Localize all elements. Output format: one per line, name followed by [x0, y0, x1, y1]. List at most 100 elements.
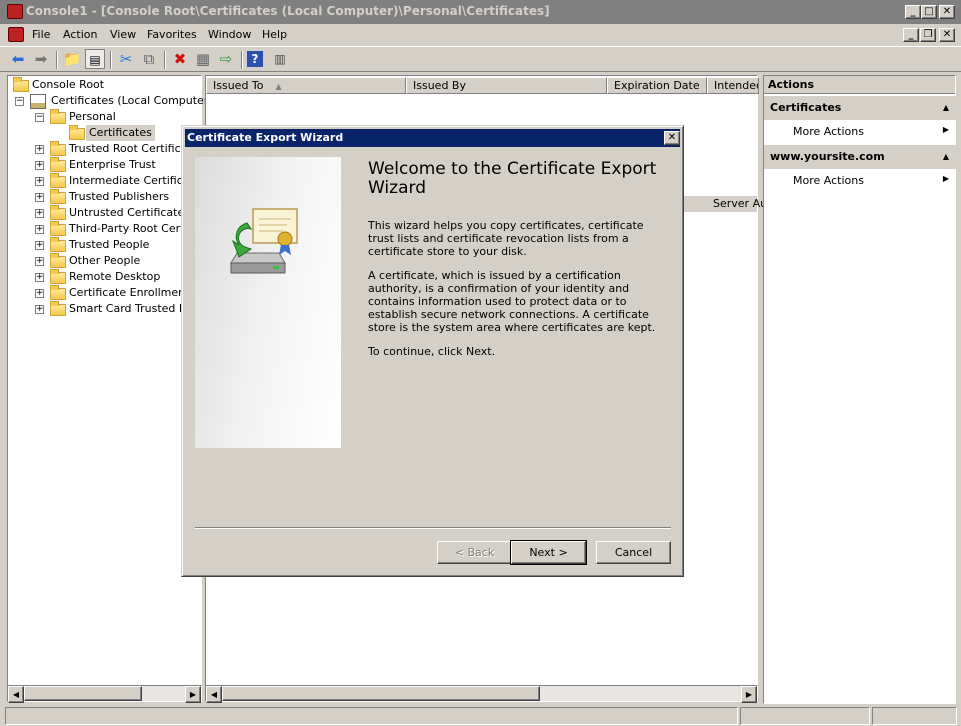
tree-node-store[interactable]: Enterprise Trust: [69, 157, 156, 173]
next-button[interactable]: Next >: [510, 540, 587, 565]
window-title: Console1 - [Console Root\Certificates (L…: [26, 4, 550, 18]
actions-header: Actions: [764, 76, 955, 94]
column-issued-to[interactable]: Issued To ▲: [206, 77, 406, 94]
scroll-left-arrow[interactable]: ◀: [206, 686, 222, 703]
menu-file[interactable]: File: [32, 28, 50, 41]
back-button[interactable]: < Back: [437, 541, 512, 564]
folder-icon: [50, 237, 66, 252]
actions-section-title: Certificates: [770, 101, 842, 114]
tree-node-store[interactable]: Intermediate Certificati: [69, 173, 197, 189]
tree-node-store[interactable]: Smart Card Trusted Roo: [69, 301, 200, 317]
tree-node-certificates-local[interactable]: Certificates (Local Computer): [51, 93, 213, 109]
column-expiration-date[interactable]: Expiration Date: [607, 77, 707, 94]
expand-icon[interactable]: +: [35, 305, 44, 314]
more-actions-item[interactable]: More Actions ▶: [793, 125, 953, 138]
expand-icon[interactable]: +: [35, 161, 44, 170]
list-horizontal-scrollbar[interactable]: ◀ ▶: [205, 685, 758, 703]
expand-icon[interactable]: +: [35, 145, 44, 154]
menu-action[interactable]: Action: [63, 28, 97, 41]
row-intended-cell: Server Au: [713, 197, 768, 210]
cut-icon[interactable]: ✂: [116, 49, 136, 69]
expand-icon[interactable]: +: [35, 177, 44, 186]
doc-close-button[interactable]: ✕: [939, 28, 955, 42]
close-button[interactable]: ✕: [939, 5, 955, 19]
delete-icon[interactable]: ✖: [170, 49, 190, 69]
collapse-icon[interactable]: −: [35, 113, 44, 122]
doc-minimize-button[interactable]: _: [903, 28, 919, 42]
tree-node-store[interactable]: Untrusted Certificates: [69, 205, 190, 221]
help-icon[interactable]: ?: [247, 51, 263, 67]
folder-icon: [50, 269, 66, 284]
wizard-paragraph-3: To continue, click Next.: [368, 345, 496, 358]
app-icon: [7, 4, 23, 19]
status-panel: [872, 707, 957, 725]
tree-node-store[interactable]: Trusted Publishers: [69, 189, 169, 205]
tree-node-console-root[interactable]: Console Root: [32, 77, 104, 93]
dialog-titlebar[interactable]: Certificate Export Wizard ✕: [185, 129, 680, 147]
tree-node-store[interactable]: Trusted People: [69, 237, 149, 253]
scroll-left-arrow[interactable]: ◀: [8, 686, 24, 703]
copy-icon[interactable]: ⧉: [139, 49, 159, 69]
up-folder-icon[interactable]: 📁: [62, 49, 82, 69]
toolbar-separator: [56, 51, 58, 69]
tree-node-personal[interactable]: Personal: [69, 109, 116, 125]
scroll-thumb[interactable]: [24, 686, 142, 701]
back-arrow-icon[interactable]: ⬅: [8, 49, 28, 69]
dialog-divider: [195, 527, 671, 529]
tree-node-certificates-selected[interactable]: Certificates: [86, 125, 155, 141]
scroll-right-arrow[interactable]: ▶: [741, 686, 757, 703]
more-actions-item[interactable]: More Actions ▶: [793, 174, 953, 187]
actions-pane: Actions Certificates ▲ More Actions ▶ www.…: [763, 75, 957, 704]
export-list-icon[interactable]: ⇨: [216, 49, 236, 69]
expand-icon[interactable]: +: [35, 209, 44, 218]
minimize-button[interactable]: _: [905, 5, 921, 19]
menu-window[interactable]: Window: [208, 28, 251, 41]
tree-node-store[interactable]: Trusted Root Certificati: [69, 141, 195, 157]
column-intended[interactable]: Intended: [707, 77, 759, 94]
expand-icon[interactable]: +: [35, 273, 44, 282]
actions-section-site[interactable]: www.yoursite.com ▲: [764, 145, 957, 169]
actions-section-certificates[interactable]: Certificates ▲: [764, 96, 957, 120]
collapse-up-icon[interactable]: ▲: [943, 145, 949, 169]
folder-icon: [50, 109, 66, 124]
sort-ascending-icon: ▲: [275, 82, 282, 91]
tree-node-store[interactable]: Remote Desktop: [69, 269, 160, 285]
doc-restore-button[interactable]: ❐: [920, 28, 936, 42]
column-issued-to-label: Issued To: [213, 79, 264, 92]
mmc-doc-icon: [8, 27, 24, 42]
expand-icon[interactable]: +: [35, 289, 44, 298]
wizard-heading: Welcome to the Certificate Export Wizard: [368, 159, 657, 198]
column-issued-by[interactable]: Issued By: [406, 77, 607, 94]
collapse-icon[interactable]: −: [15, 97, 24, 106]
scroll-thumb[interactable]: [222, 686, 540, 701]
collapse-up-icon[interactable]: ▲: [943, 96, 949, 120]
show-hide-action-pane-icon[interactable]: ▥: [270, 49, 290, 69]
scroll-right-arrow[interactable]: ▶: [185, 686, 201, 703]
maximize-button[interactable]: □: [921, 5, 937, 19]
tree-horizontal-scrollbar[interactable]: ◀ ▶: [7, 685, 202, 703]
folder-icon: [50, 205, 66, 220]
status-panel: [5, 707, 738, 725]
toolbar-separator: [110, 51, 112, 69]
menu-help[interactable]: Help: [262, 28, 287, 41]
expand-icon[interactable]: +: [35, 193, 44, 202]
wizard-illustration: [230, 208, 298, 274]
certificate-snapin-icon: [30, 94, 46, 109]
forward-arrow-icon[interactable]: ➡: [31, 49, 51, 69]
toolbar-separator: [241, 51, 243, 69]
expand-icon[interactable]: +: [35, 241, 44, 250]
tree-node-store[interactable]: Other People: [69, 253, 140, 269]
console-tree[interactable]: Console Root − Certificates (Local Compu…: [7, 75, 213, 687]
folder-icon: [69, 125, 85, 140]
cancel-button[interactable]: Cancel: [596, 541, 671, 564]
dialog-close-button[interactable]: ✕: [664, 131, 680, 145]
expand-icon[interactable]: +: [35, 257, 44, 266]
expand-icon[interactable]: +: [35, 225, 44, 234]
tree-node-store[interactable]: Third-Party Root Certifi: [69, 221, 194, 237]
window-titlebar[interactable]: Console1 - [Console Root\Certificates (L…: [0, 0, 961, 24]
show-hide-tree-icon[interactable]: ▤: [85, 49, 105, 69]
menu-view[interactable]: View: [110, 28, 136, 41]
menu-favorites[interactable]: Favorites: [147, 28, 197, 41]
properties-icon[interactable]: ▦: [193, 49, 213, 69]
wizard-paragraph-1: This wizard helps you copy certificates,…: [368, 219, 644, 258]
